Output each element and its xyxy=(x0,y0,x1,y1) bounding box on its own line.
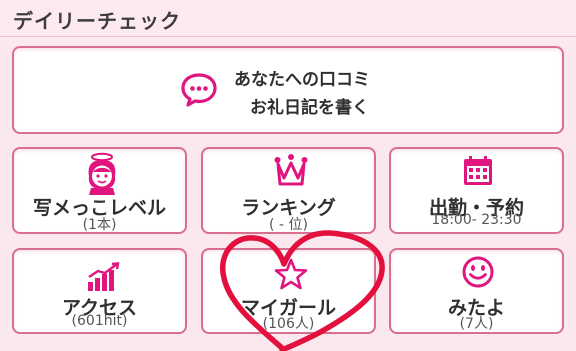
section-title: デイリーチェック xyxy=(13,9,181,33)
tile-access[interactable]: アクセス (601hit) xyxy=(12,248,187,334)
tile-sub: (601hit) xyxy=(71,313,128,329)
angel-girl-icon xyxy=(83,152,121,196)
star-icon xyxy=(274,258,308,290)
review-diary-button[interactable]: あなたへの口コミ お礼日記を書く xyxy=(12,46,564,134)
crown-icon xyxy=(274,154,308,188)
header-bar: デイリーチェック xyxy=(0,0,576,37)
tile-sub: (1本) xyxy=(82,217,117,233)
tile-my-girl[interactable]: マイガール (106人) xyxy=(201,248,376,334)
tile-sub: (7人) xyxy=(459,316,494,332)
review-line2: お礼日記を書く xyxy=(250,98,369,118)
tile-sub: 18:00- 23:30 xyxy=(431,212,522,228)
tile-ranking[interactable]: ランキング ( - 位) xyxy=(201,147,376,234)
smiley-icon xyxy=(461,255,495,289)
tile-photo-level[interactable]: 写メっこレベル (1本) xyxy=(12,147,187,234)
speech-bubble-icon xyxy=(180,72,218,108)
tile-schedule[interactable]: 出勤・予約 18:00- 23:30 xyxy=(389,147,564,234)
tile-sub: ( - 位) xyxy=(269,217,308,233)
tile-sub: (106人) xyxy=(262,316,315,332)
review-line1: あなたへの口コミ xyxy=(234,70,370,90)
tile-mitayo[interactable]: みたよ (7人) xyxy=(389,248,564,334)
calendar-icon xyxy=(461,155,495,187)
bar-chart-icon xyxy=(86,262,122,292)
